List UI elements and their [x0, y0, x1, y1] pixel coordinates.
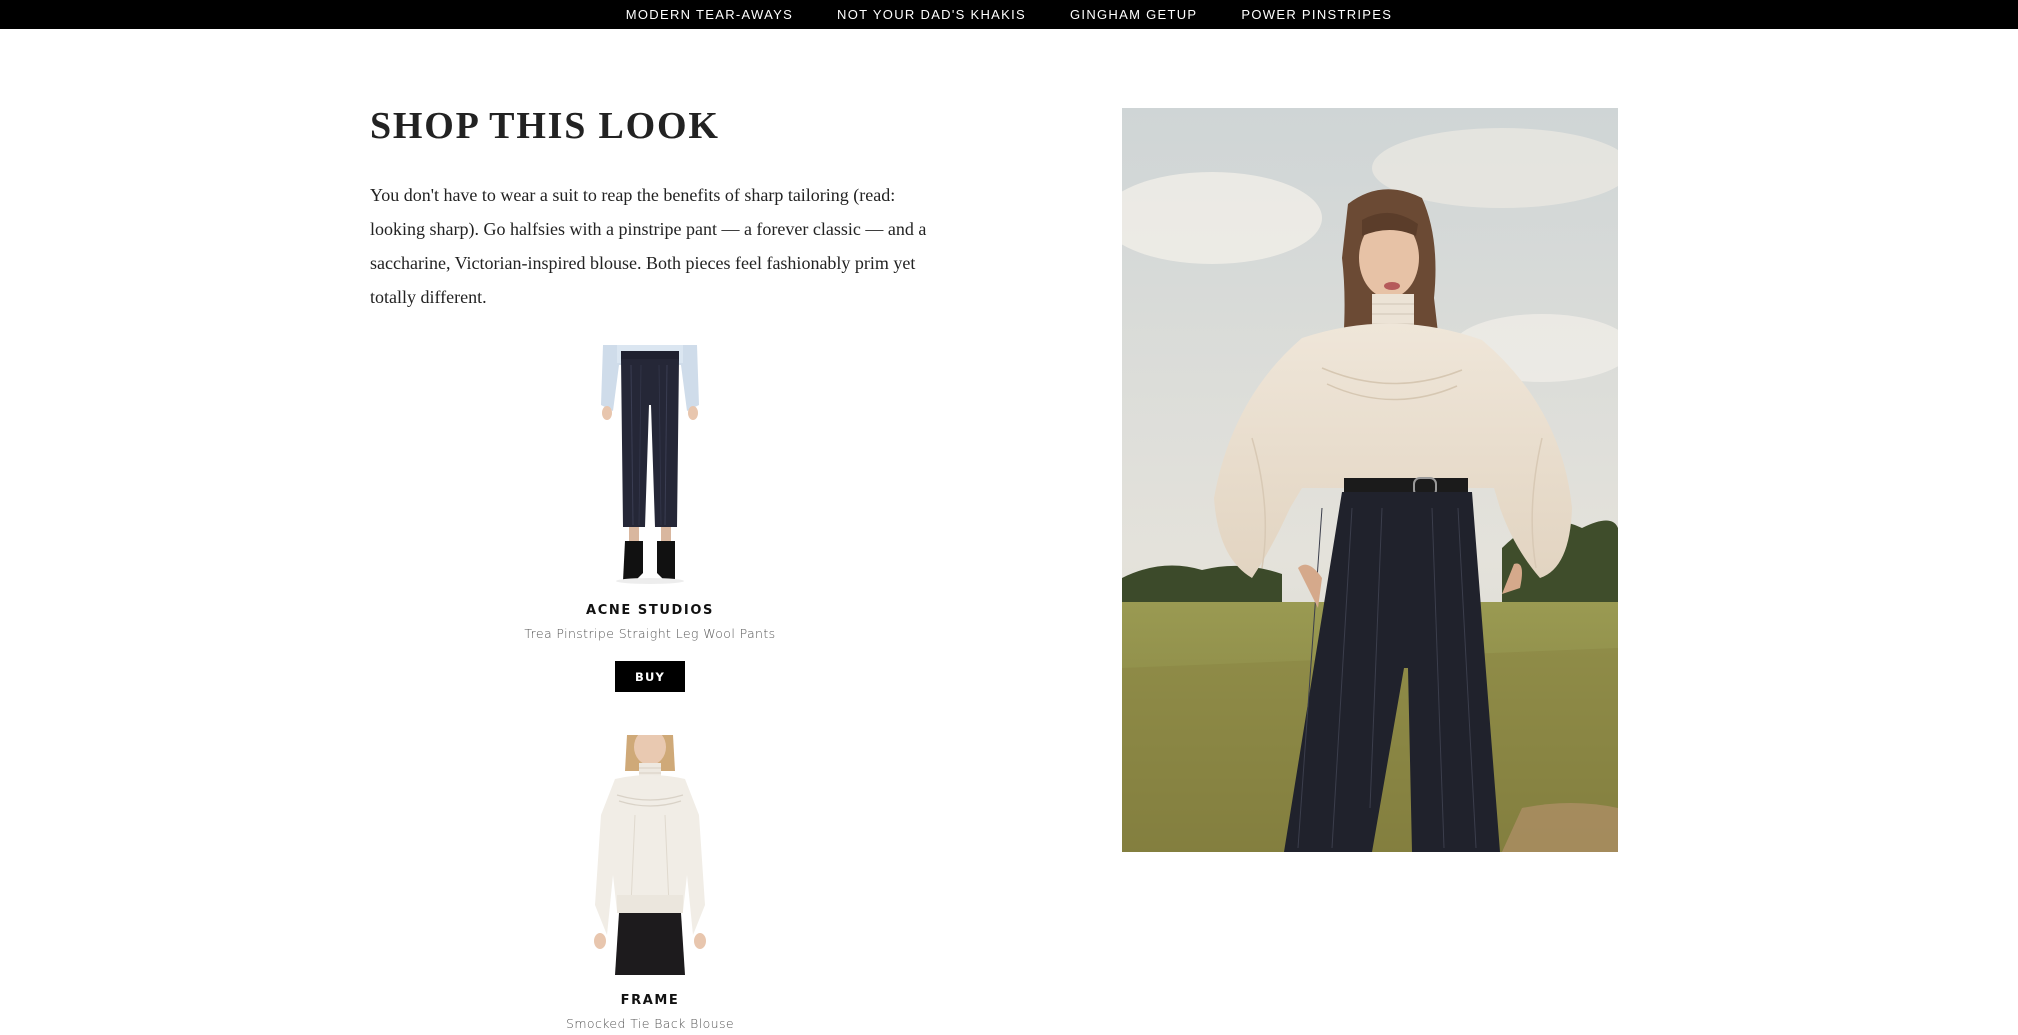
product-card-pants: ACNE STUDIOS Trea Pinstripe Straight Leg… — [500, 345, 800, 692]
product-image-blouse[interactable] — [575, 735, 725, 975]
section-title: SHOP THIS LOOK — [370, 105, 720, 147]
buy-button[interactable]: BUY — [615, 661, 685, 692]
nav-link-modern-tear-aways[interactable]: MODERN TEAR-AWAYS — [626, 7, 793, 22]
section-description: You don't have to wear a suit to reap th… — [370, 185, 927, 307]
top-navigation: MODERN TEAR-AWAYS NOT YOUR DAD'S KHAKIS … — [0, 0, 2018, 29]
hero-look-photo — [1122, 108, 1618, 852]
nav-link-power-pinstripes[interactable]: POWER PINSTRIPES — [1241, 7, 1392, 22]
product-image-pants[interactable] — [595, 345, 705, 585]
nav-link-not-your-dads-khakis[interactable]: NOT YOUR DAD'S KHAKIS — [837, 7, 1026, 22]
product-name[interactable]: Trea Pinstripe Straight Leg Wool Pants — [500, 626, 800, 641]
nav-link-gingham-getup[interactable]: GINGHAM GETUP — [1070, 7, 1197, 22]
product-brand: FRAME — [620, 993, 680, 1008]
product-brand: ACNE STUDIOS — [586, 603, 714, 618]
product-name[interactable]: Smocked Tie Back Blouse — [500, 1016, 800, 1031]
product-card-blouse: FRAME Smocked Tie Back Blouse — [500, 735, 800, 1031]
